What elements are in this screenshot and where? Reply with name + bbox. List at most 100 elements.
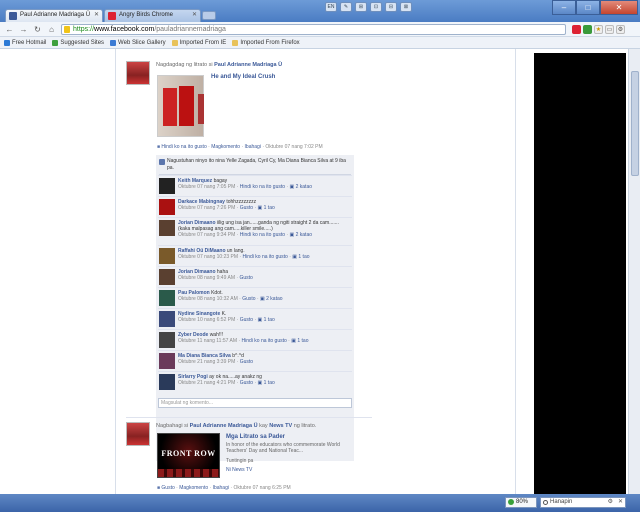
comment-time[interactable]: Oktubre 11 nang 11:57 AM [178, 338, 237, 344]
stop-extension-icon[interactable] [572, 25, 581, 34]
comment-like-count[interactable]: 1 tao [264, 317, 275, 323]
unlike-link[interactable]: Hindi ko na ito gusto [161, 144, 206, 150]
address-bar[interactable]: https://www.facebook.com/pauladriannemad… [61, 24, 566, 35]
comment-time[interactable]: Oktubre 21 nang 4:21 PM [178, 380, 235, 386]
avatar[interactable] [126, 422, 150, 446]
actor-name-link[interactable]: Paul Adrianne Madriaga Ü [190, 423, 258, 429]
language-icon[interactable]: EN [325, 2, 337, 12]
comment-like-link[interactable]: Gusto [240, 359, 253, 365]
comment-like-link[interactable]: Hindi ko na ito gusto [240, 232, 285, 238]
commenter-avatar[interactable] [159, 199, 175, 215]
commenter-avatar[interactable] [159, 290, 175, 306]
comment-like-link[interactable]: Gusto [240, 380, 253, 386]
comment-like-link[interactable]: Hindi ko na ito gusto [240, 184, 285, 190]
comment-like-count[interactable]: 2 katao [296, 184, 312, 190]
star-icon[interactable]: ★ [594, 25, 603, 34]
post-photo[interactable] [157, 75, 204, 137]
comment-time[interactable]: Oktubre 21 nang 3:39 PM [178, 359, 235, 365]
page-menu-icon[interactable]: ▭ [605, 25, 614, 34]
wrench-icon[interactable]: ⚙ [616, 25, 625, 34]
tab-facebook[interactable]: Paul Adrianne Madriaga Ü ✕ [5, 9, 103, 22]
comment-input[interactable]: Magsulat ng komento... [158, 398, 352, 408]
comment-like-link[interactable]: Gusto [240, 205, 253, 211]
comment-like-count[interactable]: 1 tao [297, 338, 308, 344]
bookmark-imported-firefox[interactable]: Imported From Firefox [232, 39, 300, 46]
commenter-avatar[interactable] [159, 332, 175, 348]
commenter-avatar[interactable] [159, 248, 175, 264]
comment-like-link[interactable]: Gusto [240, 317, 253, 323]
home-icon[interactable]: ⌂ [46, 24, 57, 35]
post-timestamp[interactable]: Oktubre 07 nang 6:25 PM [233, 485, 290, 491]
commenter-avatar[interactable] [159, 374, 175, 390]
bookmark-web-slice-gallery[interactable]: Web Slice Gallery [110, 39, 166, 46]
commenter-avatar[interactable] [159, 269, 175, 285]
close-tab-icon[interactable]: ✕ [94, 10, 99, 21]
comment-time[interactable]: Oktubre 07 nang 7:26 PM [178, 205, 235, 211]
panel-icon[interactable]: ⊟ [385, 2, 397, 12]
url-path: /pauladriannemadriaga [154, 26, 226, 33]
comment-time[interactable]: Oktubre 07 nang 9:34 PM [178, 232, 235, 238]
window-controls: – □ ✕ [552, 0, 638, 15]
comment-time[interactable]: Oktubre 07 nang 10:23 PM [178, 254, 238, 260]
bookmark-suggested-sites[interactable]: Suggested Sites [52, 39, 104, 46]
like-link[interactable]: Gusto [161, 485, 174, 491]
right-sidebar [534, 53, 626, 494]
bookmark-free-hotmail[interactable]: Free Hotmail [4, 39, 46, 46]
tab-angry-birds[interactable]: Angry Birds Chrome ✕ [104, 9, 201, 22]
close-window-button[interactable]: ✕ [600, 0, 638, 15]
comment-time[interactable]: Oktubre 08 nang 10:32 AM [178, 296, 238, 302]
shared-album-title[interactable]: Mga Litrato sa Pader [226, 434, 285, 440]
commenter-avatar[interactable] [159, 311, 175, 327]
avatar[interactable] [126, 61, 150, 85]
see-more-link[interactable]: Tuntingin pa [226, 458, 253, 464]
close-icon[interactable]: ✕ [618, 498, 623, 507]
extension-icons: ★ ▭ ⚙ [572, 25, 625, 34]
layout-icon[interactable]: ⊠ [400, 2, 412, 12]
bookmark-imported-ie[interactable]: Imported From IE [171, 39, 226, 46]
close-tab-icon[interactable]: ✕ [192, 10, 197, 21]
vertical-scrollbar[interactable] [628, 49, 640, 494]
comment-like-link[interactable]: Gusto [242, 296, 255, 302]
post-timestamp[interactable]: Oktubre 07 nang 7:02 PM [265, 144, 322, 150]
back-arrow-icon[interactable]: ← [4, 24, 15, 35]
maximize-button[interactable]: □ [576, 0, 600, 15]
new-tab-button[interactable] [202, 11, 216, 20]
comment-like-link[interactable]: Gusto [239, 275, 252, 281]
forward-arrow-icon[interactable]: → [18, 24, 29, 35]
comment-like-link[interactable]: Hindi ko na ito gusto [241, 338, 286, 344]
actor-prefix: Nagdagdag ng litrato si [156, 62, 213, 68]
minimize-button[interactable]: – [552, 0, 576, 15]
comment-like-count[interactable]: 1 tao [298, 254, 309, 260]
scrollbar-thumb[interactable] [631, 71, 639, 176]
shared-via-link[interactable]: Ni News TV [226, 467, 252, 473]
comment-like-count[interactable]: 2 katao [266, 296, 282, 302]
actor-name-link[interactable]: Paul Adrianne Madriaga Ü [214, 62, 282, 68]
comment-link[interactable]: Magkomento [179, 485, 208, 491]
find-box[interactable]: Hanapin ⚙ ✕ [540, 497, 626, 508]
commenter-avatar[interactable] [159, 178, 175, 194]
comment-like-count[interactable]: 2 katao [296, 232, 312, 238]
gear-icon[interactable]: ⚙ [608, 498, 613, 507]
comment-item: Darkace Mabingnay tohhzzzzzzzz Oktubre 0… [158, 196, 352, 217]
share-link[interactable]: Ibahagi [213, 485, 229, 491]
zoom-indicator[interactable]: 80% [505, 497, 537, 508]
window-icon[interactable]: ⊡ [370, 2, 382, 12]
page-name-link[interactable]: News TV [269, 423, 292, 429]
commenter-avatar[interactable] [159, 353, 175, 369]
share-link[interactable]: Ibahagi [245, 144, 261, 150]
album-title-link[interactable]: He and My Ideal Crush [211, 74, 275, 80]
green-extension-icon[interactable] [583, 25, 592, 34]
shared-photo-thumbnail[interactable]: FRONT ROW [157, 433, 220, 478]
comment-link[interactable]: Magkomento [211, 144, 240, 150]
reload-icon[interactable]: ↻ [32, 24, 43, 35]
commenter-avatar[interactable] [159, 220, 175, 236]
comment-like-count[interactable]: 1 tao [264, 380, 275, 386]
edit-icon[interactable]: ✎ [340, 2, 352, 12]
comment-time[interactable]: Oktubre 10 nang 6:52 PM [178, 317, 235, 323]
grid-icon[interactable]: ⊞ [355, 2, 367, 12]
comment-like-count[interactable]: 1 tao [264, 205, 275, 211]
comment-like-link[interactable]: Hindi ko na ito gusto [243, 254, 288, 260]
comment-time[interactable]: Oktubre 07 nang 7:05 PM [178, 184, 235, 190]
comment-time[interactable]: Oktubre 08 nang 9:49 AM [178, 275, 235, 281]
likes-text[interactable]: Nagustuhan ninyo ito nina Yelle Zagada, … [167, 158, 346, 171]
